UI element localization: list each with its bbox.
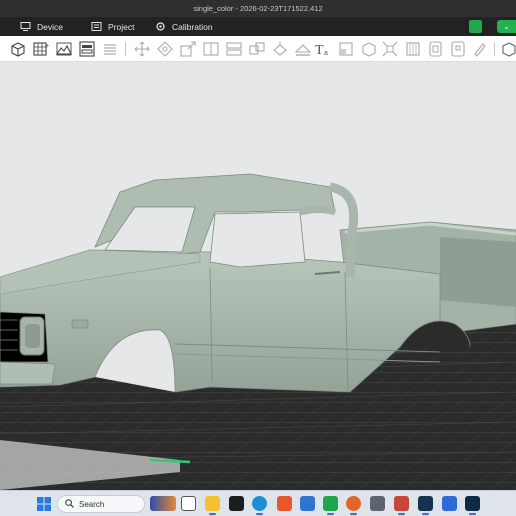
project-icon xyxy=(91,21,102,32)
svg-text:+: + xyxy=(45,43,49,50)
svg-text:a: a xyxy=(324,50,328,57)
scale-icon[interactable] xyxy=(179,40,197,58)
window-title: single_color - 2026-02-23T171522.412 xyxy=(193,4,323,13)
terminal-icon[interactable] xyxy=(229,496,244,511)
3d-viewport[interactable] xyxy=(0,62,516,490)
text-icon[interactable]: Ta xyxy=(314,40,332,58)
menu-device[interactable]: Device xyxy=(20,17,63,36)
brim-icon[interactable] xyxy=(500,40,516,58)
rotate-icon[interactable] xyxy=(156,40,174,58)
svg-text:T: T xyxy=(315,43,324,58)
calibration-icon xyxy=(155,21,166,32)
menu-project[interactable]: Project xyxy=(91,17,134,36)
list-icon[interactable] xyxy=(101,40,119,58)
search-icon xyxy=(65,495,74,513)
menu-device-label: Device xyxy=(37,21,63,32)
toolbar-separator xyxy=(494,42,495,56)
edge-browser-icon[interactable] xyxy=(252,496,267,515)
auto-orient-icon[interactable] xyxy=(271,40,289,58)
import-icon[interactable] xyxy=(55,40,73,58)
taskbar-search[interactable]: Search xyxy=(57,495,145,513)
store-icon[interactable] xyxy=(300,496,315,511)
toolbar: + Ta xyxy=(0,36,516,62)
file-explorer-icon[interactable] xyxy=(205,496,220,515)
firefox-icon[interactable] xyxy=(346,496,361,515)
paint-icon[interactable] xyxy=(471,40,489,58)
toolbar-separator xyxy=(125,42,126,56)
search-label: Search xyxy=(79,499,105,509)
add-grid-icon[interactable]: + xyxy=(32,40,50,58)
menu-calibration[interactable]: Calibration xyxy=(155,17,213,36)
variable-layer-icon[interactable] xyxy=(427,40,445,58)
slice-view-icon[interactable] xyxy=(404,40,422,58)
arrange-icon[interactable] xyxy=(225,40,243,58)
green-app-icon[interactable] xyxy=(469,20,482,33)
task-view-icon[interactable] xyxy=(181,496,196,511)
menu-project-label: Project xyxy=(108,21,135,32)
slicer-app-icon[interactable] xyxy=(323,496,338,515)
measure-icon[interactable] xyxy=(360,40,378,58)
assembly-icon[interactable] xyxy=(381,40,399,58)
design-app-icon[interactable] xyxy=(442,496,457,511)
cad-app-icon[interactable] xyxy=(465,496,480,515)
title-bar: single_color - 2026-02-23T171522.412 xyxy=(0,0,516,17)
start-icon[interactable] xyxy=(37,497,51,511)
plate-icon[interactable] xyxy=(78,40,96,58)
menu-calibration-label: Calibration xyxy=(172,21,213,32)
seam-icon[interactable] xyxy=(449,40,467,58)
menu-bar: Device Project Calibration ⌄ xyxy=(0,17,516,36)
place-face-icon[interactable] xyxy=(294,40,312,58)
move-icon[interactable] xyxy=(133,40,151,58)
paint-app-icon[interactable] xyxy=(394,496,409,515)
support-icon[interactable] xyxy=(337,40,355,58)
add-cube-icon[interactable] xyxy=(9,40,27,58)
monitor-icon xyxy=(20,21,31,32)
green-status-button[interactable]: ⌄ xyxy=(497,20,516,33)
scene xyxy=(0,173,516,490)
widgets-icon[interactable] xyxy=(150,496,176,511)
split-icon[interactable] xyxy=(202,40,220,58)
office-icon[interactable] xyxy=(277,496,292,511)
calculator-icon[interactable] xyxy=(370,496,385,511)
orient-icon[interactable] xyxy=(248,40,266,58)
taskbar: Search xyxy=(0,490,516,516)
photo-app-icon[interactable] xyxy=(418,496,433,515)
